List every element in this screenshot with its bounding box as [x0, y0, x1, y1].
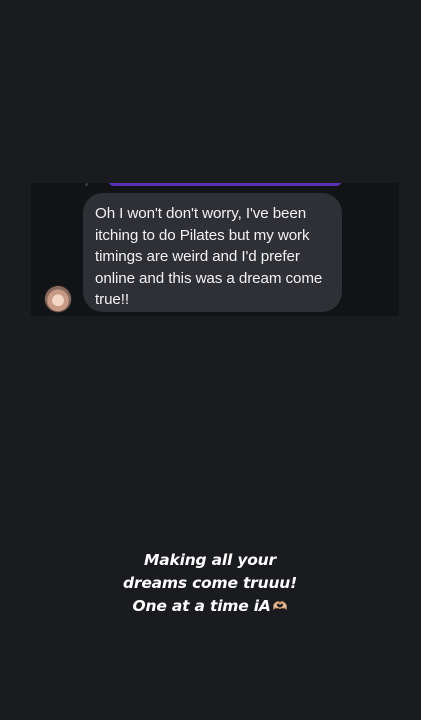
caption-line-3-text: One at a time iA	[132, 597, 271, 615]
heart-hands-emoji: 🫶🏼	[272, 599, 288, 613]
read-indicator-dot	[85, 183, 88, 186]
dm-screenshot: Oh I won't don't worry, I've been itchin…	[31, 183, 399, 316]
previous-message-bubble-edge	[108, 183, 342, 186]
incoming-message-bubble: Oh I won't don't worry, I've been itchin…	[83, 193, 342, 312]
story-caption: Making all your dreams come truuu! One a…	[60, 549, 360, 618]
sender-avatar	[45, 286, 71, 312]
caption-line-1: Making all your	[144, 551, 276, 569]
caption-line-2: dreams come truuu!	[122, 574, 297, 592]
caption-line-3: One at a time iA 🫶🏼	[60, 595, 360, 618]
